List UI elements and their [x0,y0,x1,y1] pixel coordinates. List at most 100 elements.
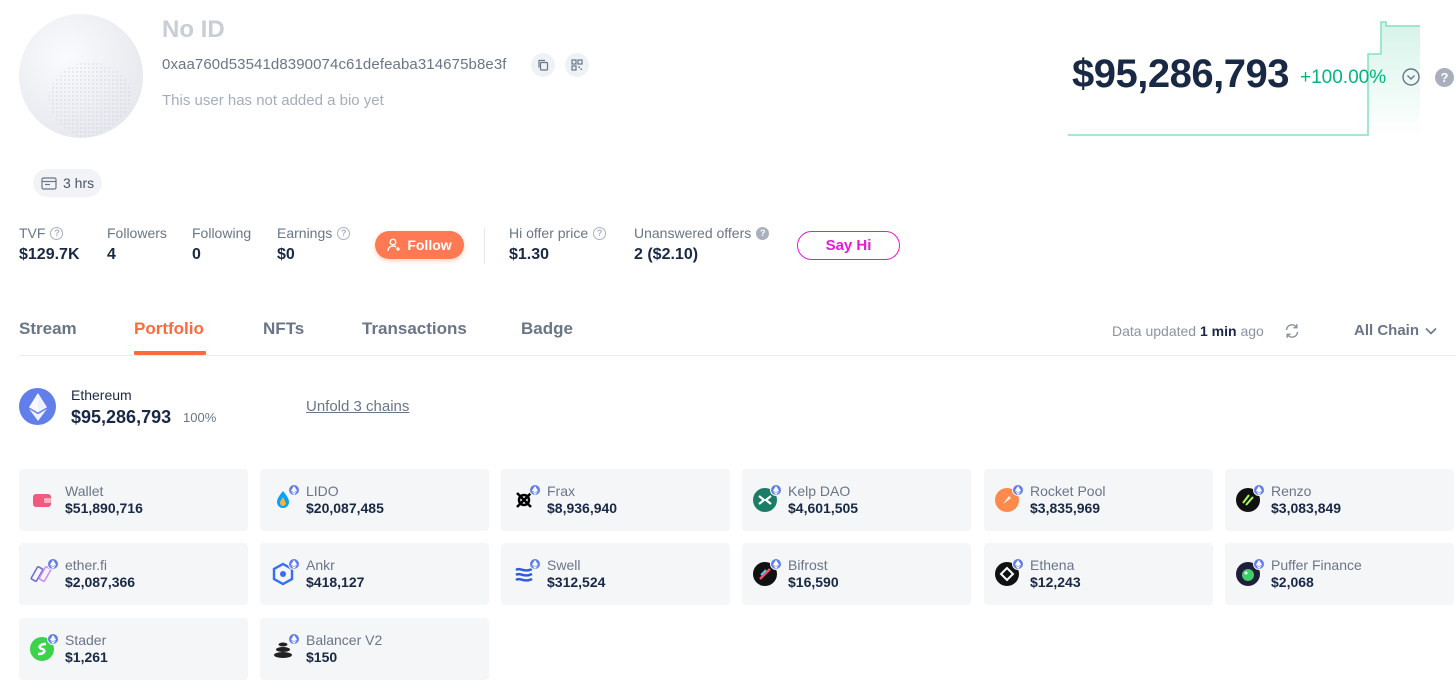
ethereum-badge-icon [1253,484,1265,496]
stat-label: TVF [19,225,46,241]
help-icon[interactable]: ? [337,226,351,240]
tab-stream[interactable]: Stream [19,319,77,339]
protocol-value: $1,261 [65,649,108,665]
protocol-value: $3,835,969 [1030,500,1101,516]
protocol-card[interactable]: Bifrost $16,590 [742,543,971,605]
tabs-divider [19,355,1456,356]
chain-value: $95,286,793 [71,407,172,427]
protocol-name: Wallet [65,483,104,499]
protocol-card[interactable]: Ankr $418,127 [260,543,489,605]
ethereum-badge-icon [1253,558,1265,570]
data-updated-suffix: ago [1240,323,1264,339]
protocol-value: $2,087,366 [65,574,136,590]
refresh-icon[interactable] [1283,322,1301,340]
protocol-value: $16,590 [788,574,839,590]
add-user-icon [387,238,401,252]
protocol-card[interactable]: Wallet $51,890,716 [19,469,248,531]
protocol-value: $4,601,505 [788,500,859,516]
chevron-down-icon [1425,327,1437,335]
copy-address-button[interactable] [531,53,555,77]
stat-hi-offer-price: Hi offer price? $1.30 [509,225,607,264]
wallet-address: 0xaa760d53541d8390074c61defeaba314675b8e… [162,56,507,73]
tab-nfts[interactable]: NFTs [263,319,304,339]
stat-tvf: TVF? $129.7K [19,225,80,264]
tab-badge[interactable]: Badge [521,319,573,339]
data-updated-text: Data updated 1 min ago [1112,323,1264,339]
ethereum-badge-icon [47,558,59,570]
protocol-card[interactable]: Renzo $3,083,849 [1225,469,1454,531]
account-age-chip: 3 hrs [33,169,103,197]
help-icon[interactable]: ? [593,226,607,240]
stat-label: Earnings [277,225,333,241]
stat-label: Followers [107,225,167,241]
protocol-card[interactable]: Balancer V2 $150 [260,618,489,680]
protocol-value: $12,243 [1030,574,1081,590]
protocol-value: $312,524 [547,574,606,590]
ethereum-badge-icon [288,558,300,570]
stat-value: $1.30 [509,246,550,263]
protocol-card[interactable]: Frax $8,936,940 [501,469,730,531]
protocol-name: Balancer V2 [306,632,383,648]
protocol-name: Renzo [1271,483,1312,499]
tab-portfolio[interactable]: Portfolio [134,319,204,339]
stat-value: 4 [107,246,116,263]
stat-following[interactable]: Following 0 [192,225,251,264]
protocol-name: Puffer Finance [1271,557,1362,573]
ethereum-icon [19,388,56,425]
follow-label: Follow [407,237,452,253]
help-icon[interactable]: ? [1435,68,1454,87]
wallet-icon [29,487,55,513]
ethereum-badge-icon [288,633,300,645]
protocol-card[interactable]: Ethena $12,243 [984,543,1213,605]
chain-filter-label: All Chain [1354,322,1420,339]
stat-followers[interactable]: Followers 4 [107,225,167,264]
protocol-value: $3,083,849 [1271,500,1342,516]
protocol-value: $150 [306,649,338,665]
protocol-name: Frax [547,483,575,499]
ethereum-badge-icon [47,633,59,645]
protocol-value: $2,068 [1271,574,1314,590]
protocol-value: $51,890,716 [65,500,143,516]
ethereum-badge-icon [529,558,541,570]
protocol-card[interactable]: Swell $312,524 [501,543,730,605]
tab-transactions[interactable]: Transactions [362,319,467,339]
calendar-icon [41,177,57,190]
protocol-name: ether.fi [65,557,108,573]
protocol-value: $8,936,940 [547,500,618,516]
protocol-name: LIDO [306,483,339,499]
help-icon[interactable]: ? [50,226,64,240]
protocol-value: $20,087,485 [306,500,384,516]
chain-filter-dropdown[interactable]: All Chain [1354,322,1437,339]
qr-code-button[interactable] [565,53,589,77]
follow-button[interactable]: Follow [375,231,464,259]
protocol-card[interactable]: ether.fi $2,087,366 [19,543,248,605]
say-hi-button[interactable]: Say Hi [797,231,900,260]
protocol-name: Bifrost [788,557,828,573]
protocol-card[interactable]: Rocket Pool $3,835,969 [984,469,1213,531]
bio-text: This user has not added a bio yet [162,92,384,109]
stat-value: $0 [277,246,295,263]
protocol-card[interactable]: Stader $1,261 [19,618,248,680]
chevron-down-circle-icon[interactable] [1402,68,1420,86]
ethereum-badge-icon [770,484,782,496]
protocol-name: Rocket Pool [1030,483,1106,499]
protocol-card[interactable]: LIDO $20,087,485 [260,469,489,531]
unfold-chains-link[interactable]: Unfold 3 chains [306,398,409,415]
protocol-card[interactable]: Kelp DAO $4,601,505 [742,469,971,531]
data-updated-time: 1 min [1199,323,1237,339]
stat-label: Following [192,225,252,241]
qr-code-icon [571,59,583,71]
protocol-value: $418,127 [306,574,365,590]
ethereum-badge-icon [529,484,541,496]
stat-label: Hi offer price [509,225,589,241]
chain-name: Ethereum [71,387,132,403]
protocol-card[interactable]: Puffer Finance $2,068 [1225,543,1454,605]
protocol-name: Ankr [306,557,335,573]
chain-percent: 100% [183,410,217,425]
stat-value: $129.7K [19,246,80,263]
stat-value: 0 [192,246,201,263]
stat-value: 2 ($2.10) [634,246,699,263]
help-icon[interactable]: ? [756,226,770,240]
ethereum-badge-icon [288,484,300,496]
protocol-name: Kelp DAO [788,483,851,499]
